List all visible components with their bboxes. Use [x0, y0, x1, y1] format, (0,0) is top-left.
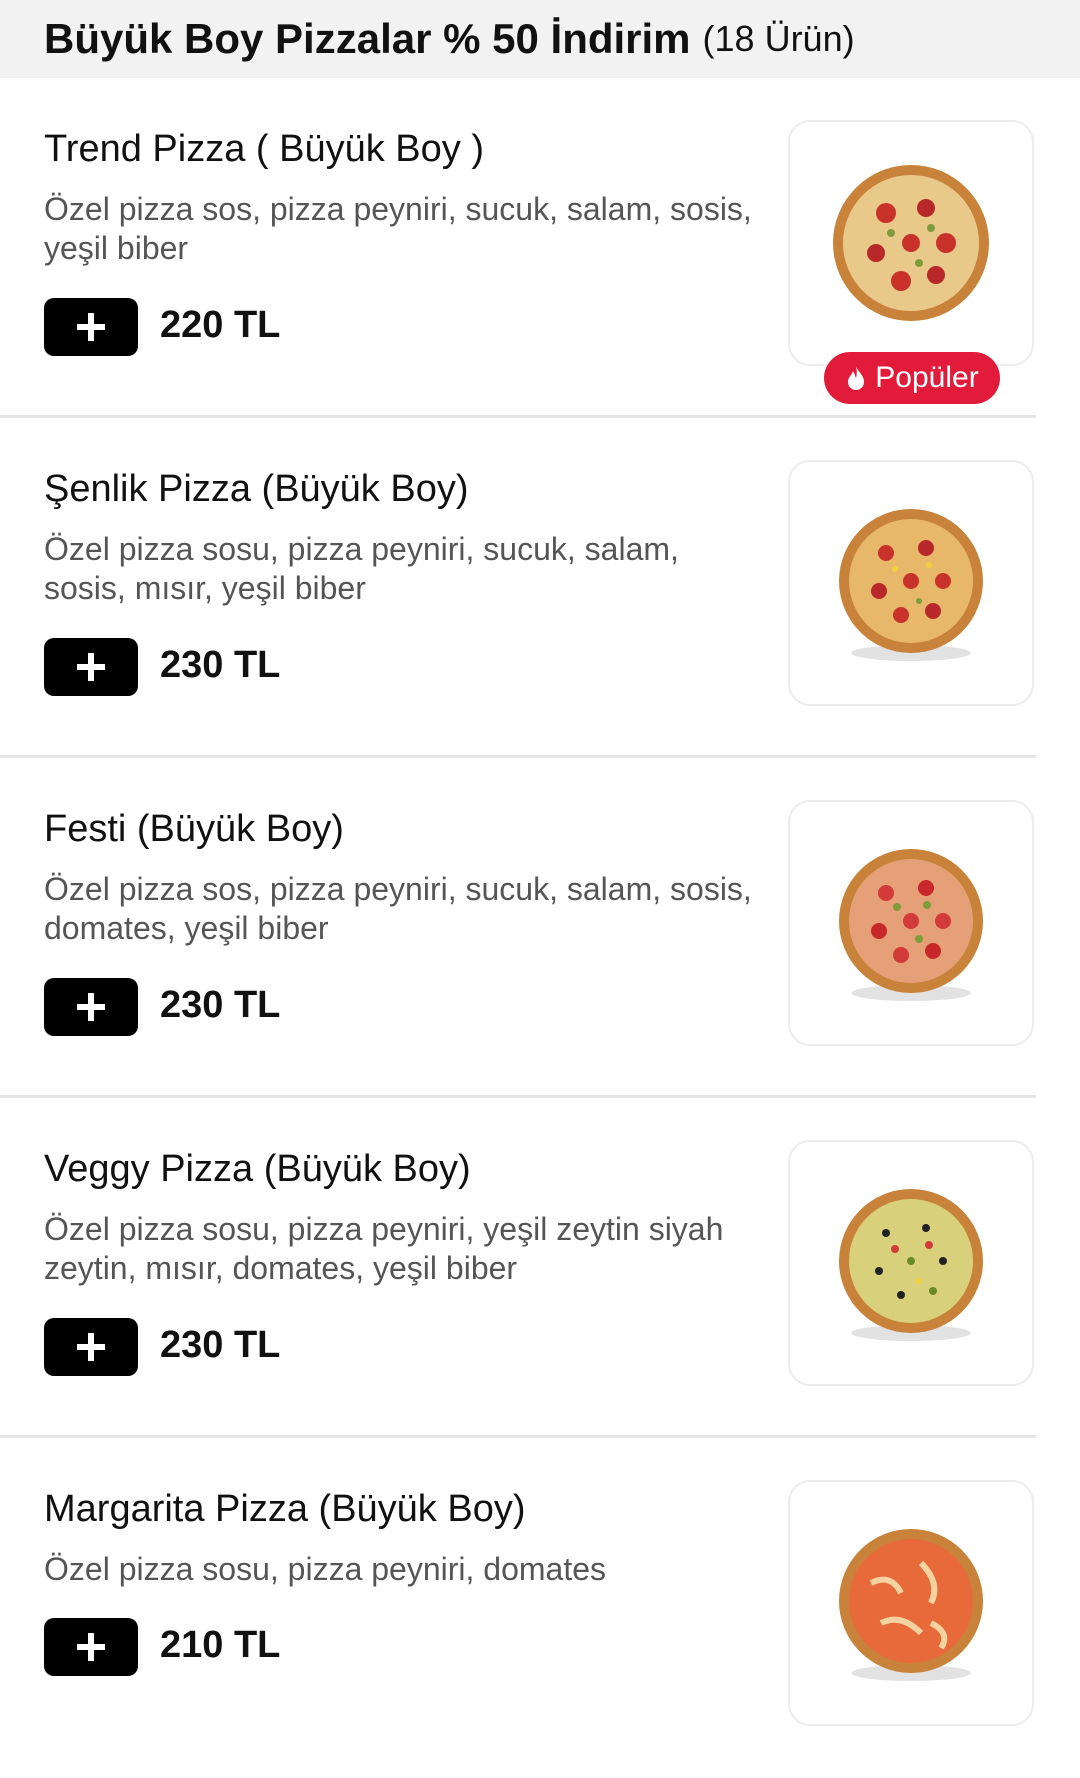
pizza-image [839, 849, 983, 1001]
product-name: Şenlik Pizza (Büyük Boy) [44, 468, 469, 510]
plus-icon [77, 653, 105, 681]
pizza-image [839, 1529, 983, 1681]
product-price: 220 TL [160, 304, 281, 346]
pizza-image [839, 1189, 983, 1341]
product-image[interactable] [788, 1480, 1034, 1726]
product-name: Trend Pizza ( Büyük Boy ) [44, 128, 484, 170]
plus-icon [77, 1633, 105, 1661]
popular-badge: Popüler [824, 352, 1000, 404]
add-to-cart-button[interactable] [44, 978, 138, 1036]
product-name: Festi (Büyük Boy) [44, 808, 344, 850]
product-price: 230 TL [160, 984, 281, 1026]
product-card[interactable]: Festi (Büyük Boy) Özel pizza sos, pizza … [0, 758, 1036, 1098]
product-card[interactable]: Margarita Pizza (Büyük Boy) Özel pizza s… [0, 1438, 1036, 1778]
product-price: 230 TL [160, 1324, 281, 1366]
product-description: Özel pizza sos, pizza peyniri, sucuk, sa… [44, 191, 752, 266]
product-image[interactable] [788, 1140, 1034, 1386]
product-name: Veggy Pizza (Büyük Boy) [44, 1148, 471, 1190]
product-image[interactable] [788, 800, 1034, 1046]
category-header: Büyük Boy Pizzalar % 50 İndirim (18 Ürün… [0, 0, 1080, 78]
product-name: Margarita Pizza (Büyük Boy) [44, 1488, 526, 1530]
add-to-cart-button[interactable] [44, 298, 138, 356]
product-description: Özel pizza sos, pizza peyniri, sucuk, sa… [44, 871, 752, 946]
add-to-cart-button[interactable] [44, 638, 138, 696]
product-count: (18 Ürün) [702, 18, 855, 59]
product-image[interactable] [788, 120, 1034, 366]
product-description: Özel pizza sosu, pizza peyniri, sucuk, s… [44, 531, 679, 606]
pizza-image [839, 509, 983, 661]
add-to-cart-button[interactable] [44, 1318, 138, 1376]
product-price: 210 TL [160, 1624, 281, 1666]
product-card[interactable]: Veggy Pizza (Büyük Boy) Özel pizza sosu,… [0, 1098, 1036, 1438]
flame-icon [848, 366, 865, 390]
plus-icon [77, 1333, 105, 1361]
product-price: 230 TL [160, 644, 281, 686]
plus-icon [77, 993, 105, 1021]
plus-icon [77, 313, 105, 341]
product-description: Özel pizza sosu, pizza peyniri, domates [44, 1551, 607, 1587]
product-description: Özel pizza sosu, pizza peyniri, yeşil ze… [44, 1211, 724, 1286]
product-image[interactable] [788, 460, 1034, 706]
add-to-cart-button[interactable] [44, 1618, 138, 1676]
pizza-image [833, 165, 989, 321]
product-card[interactable]: Trend Pizza ( Büyük Boy ) Özel pizza sos… [0, 78, 1036, 418]
badge-label: Popüler [875, 361, 979, 394]
category-title: Büyük Boy Pizzalar % 50 İndirim [44, 15, 691, 62]
product-card[interactable]: Şenlik Pizza (Büyük Boy) Özel pizza sosu… [0, 418, 1036, 758]
